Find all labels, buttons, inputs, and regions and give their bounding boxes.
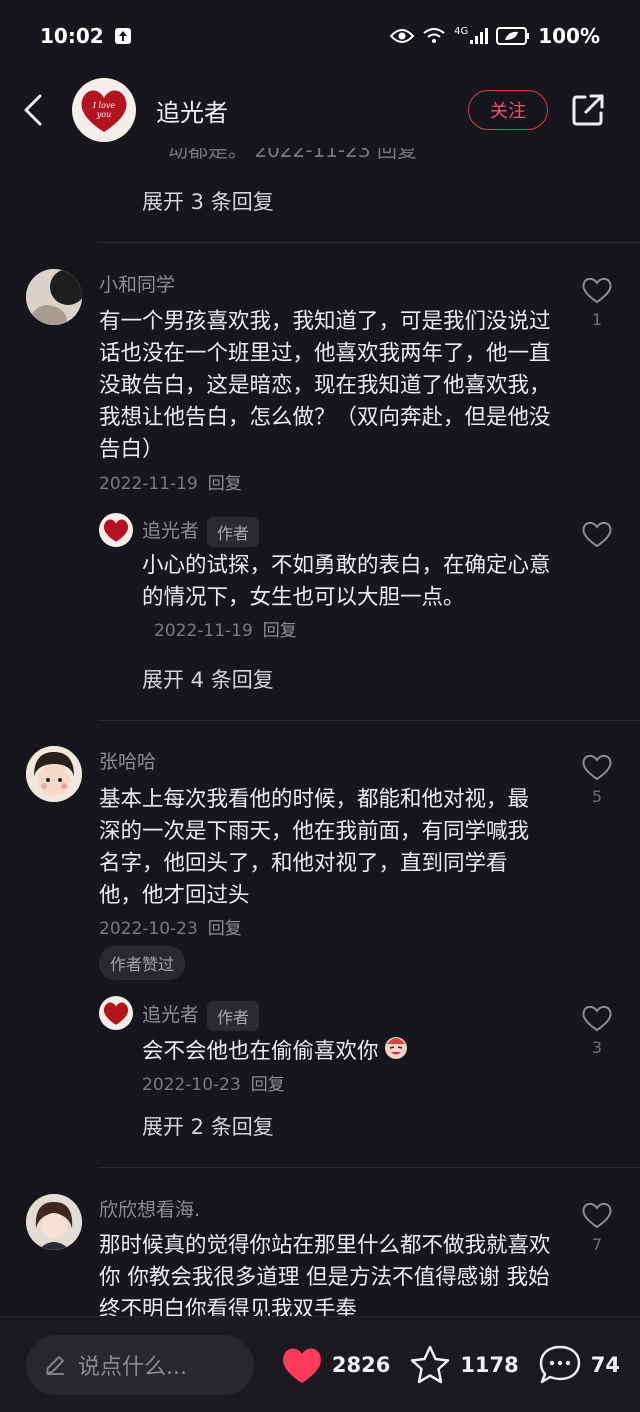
battery-level: 100% <box>538 24 600 48</box>
comment-username[interactable]: 张哈哈 <box>99 747 156 774</box>
chevron-left-icon <box>24 94 42 126</box>
expand-replies-button[interactable]: 展开 2 条回复 <box>142 1111 274 1141</box>
divider <box>98 242 640 243</box>
reply-username: 追光者 作者 <box>142 516 260 547</box>
partial-comment-text: 动都是。 2022-11-23 回复 <box>168 148 417 162</box>
reply-button[interactable]: 回复 <box>208 919 242 939</box>
star-outline-icon <box>411 1345 450 1383</box>
like-button[interactable]: 5 <box>578 753 616 806</box>
svg-text:you: you <box>96 110 112 119</box>
user-avatar-icon <box>26 1194 82 1250</box>
heart-outline-icon <box>582 277 612 304</box>
like-count: 3 <box>591 1038 603 1057</box>
laughing-emoji-icon <box>383 1034 409 1070</box>
divider <box>98 720 640 721</box>
like-button[interactable] <box>578 520 616 552</box>
avatar[interactable] <box>26 269 82 325</box>
expand-replies-button[interactable]: 展开 4 条回复 <box>142 664 274 694</box>
comment-meta: 2022-11-19 回复 <box>99 469 242 494</box>
heart-outline-icon <box>582 1202 612 1229</box>
like-button[interactable]: 3 <box>578 1004 616 1057</box>
share-button[interactable] <box>568 93 608 127</box>
like-count: 5 <box>591 787 603 806</box>
reply-username: 追光者 作者 <box>142 1000 260 1031</box>
follow-button[interactable]: 关注 <box>468 90 548 130</box>
comment-date: 2022-10-23 <box>99 919 198 939</box>
divider <box>98 1167 640 1168</box>
heart-outline-icon <box>582 1005 612 1032</box>
reply-date: 2022-10-23 <box>142 1075 241 1095</box>
heart-avatar-icon: I love you <box>81 90 127 132</box>
heart-outline-icon <box>582 754 612 781</box>
pencil-icon <box>46 1355 64 1375</box>
like-total-button[interactable]: 2826 <box>280 1345 390 1385</box>
like-button[interactable]: 1 <box>578 276 616 329</box>
upload-icon <box>114 27 132 45</box>
share-icon <box>572 94 604 126</box>
comment-meta: 2022-10-23 回复 <box>99 914 242 939</box>
reply-text-content: 会不会他也在偷偷喜欢你 <box>142 1039 379 1064</box>
author-tag: 作者 <box>207 1000 260 1031</box>
like-count: 7 <box>591 1235 603 1254</box>
comment-text: 有一个男孩喜欢我，我知道了，可是我们没说过话也没在一个班里过，他喜欢我两年了，他… <box>99 309 551 462</box>
comment-total-count: 74 <box>590 1352 620 1377</box>
reply-user-name[interactable]: 追光者 <box>142 520 199 542</box>
comment-input-placeholder: 说点什么... <box>78 1354 187 1380</box>
comment-username[interactable]: 小和同学 <box>99 270 175 297</box>
heart-filled-icon <box>282 1347 321 1383</box>
reply-text-content: 小心的试探，不如勇敢的表白，在确定心意的情况下，女生也可以大胆一点。 <box>142 553 551 610</box>
eye-icon <box>390 28 415 44</box>
reply-text: 会不会他也在偷偷喜欢你 <box>142 1034 562 1070</box>
author-name[interactable]: 追光者 <box>156 93 228 128</box>
expand-replies-button[interactable]: 展开 3 条回复 <box>142 186 274 216</box>
svg-text:I love: I love <box>92 101 116 110</box>
battery-icon <box>496 27 530 45</box>
reply-button[interactable]: 回复 <box>251 1075 285 1095</box>
reply-avatar[interactable] <box>99 513 133 547</box>
wifi-icon <box>422 27 446 45</box>
heart-avatar-icon <box>103 519 129 542</box>
top-nav-bar: I love you 追光者 关注 <box>0 72 640 148</box>
comment-text: 那时候真的觉得你站在那里什么都不做我就喜欢你 你教会我很多道理 但是方法不值得感… <box>99 1233 551 1316</box>
reply-date: 2022-11-19 <box>154 621 253 641</box>
favorite-count: 1178 <box>460 1352 519 1377</box>
reply-avatar[interactable] <box>99 996 133 1030</box>
author-liked-badge: 作者赞过 <box>99 946 186 980</box>
comments-button[interactable]: 74 <box>537 1343 620 1387</box>
reply-meta: 2022-11-19 回复 <box>154 621 297 641</box>
comment-list[interactable]: 动都是。 2022-11-23 回复 展开 3 条回复 小和同学 有一个男孩喜欢… <box>0 148 640 1316</box>
signal-icon <box>470 28 489 44</box>
reply-button[interactable]: 回复 <box>208 474 242 494</box>
avatar[interactable] <box>26 746 82 802</box>
bottom-action-bar: 说点什么... 2826 1178 74 <box>0 1316 640 1412</box>
like-button[interactable]: 7 <box>578 1201 616 1254</box>
reply-user-name[interactable]: 追光者 <box>142 1004 199 1026</box>
favorite-button[interactable]: 1178 <box>408 1344 519 1386</box>
like-total-count: 2826 <box>331 1352 391 1377</box>
like-count: 1 <box>591 310 603 329</box>
chat-bubble-icon <box>539 1345 581 1383</box>
back-button[interactable] <box>22 93 62 127</box>
status-time: 10:02 <box>40 24 104 48</box>
user-avatar-icon <box>26 746 82 802</box>
heart-avatar-icon <box>103 1002 129 1025</box>
user-avatar-icon <box>26 269 82 325</box>
comment-date: 2022-11-19 <box>99 474 198 494</box>
reply-button[interactable]: 回复 <box>263 621 297 641</box>
reply-text: 小心的试探，不如勇敢的表白，在确定心意的情况下，女生也可以大胆一点。 2022-1… <box>142 550 552 647</box>
author-avatar[interactable]: I love you <box>72 78 136 142</box>
comment-input[interactable]: 说点什么... <box>26 1334 254 1395</box>
heart-outline-icon <box>582 521 612 548</box>
author-tag: 作者 <box>207 516 260 547</box>
avatar[interactable] <box>26 1194 82 1250</box>
comment-text: 基本上每次我看他的时候，都能和他对视，最深的一次是下雨天，他在我前面，有同学喊我… <box>99 787 530 908</box>
comment-username[interactable]: 欣欣想看海. <box>99 1195 200 1222</box>
status-bar: 10:02 4G 100% <box>0 0 640 72</box>
network-type: 4G <box>454 25 469 37</box>
reply-meta: 2022-10-23 回复 <box>142 1070 285 1095</box>
